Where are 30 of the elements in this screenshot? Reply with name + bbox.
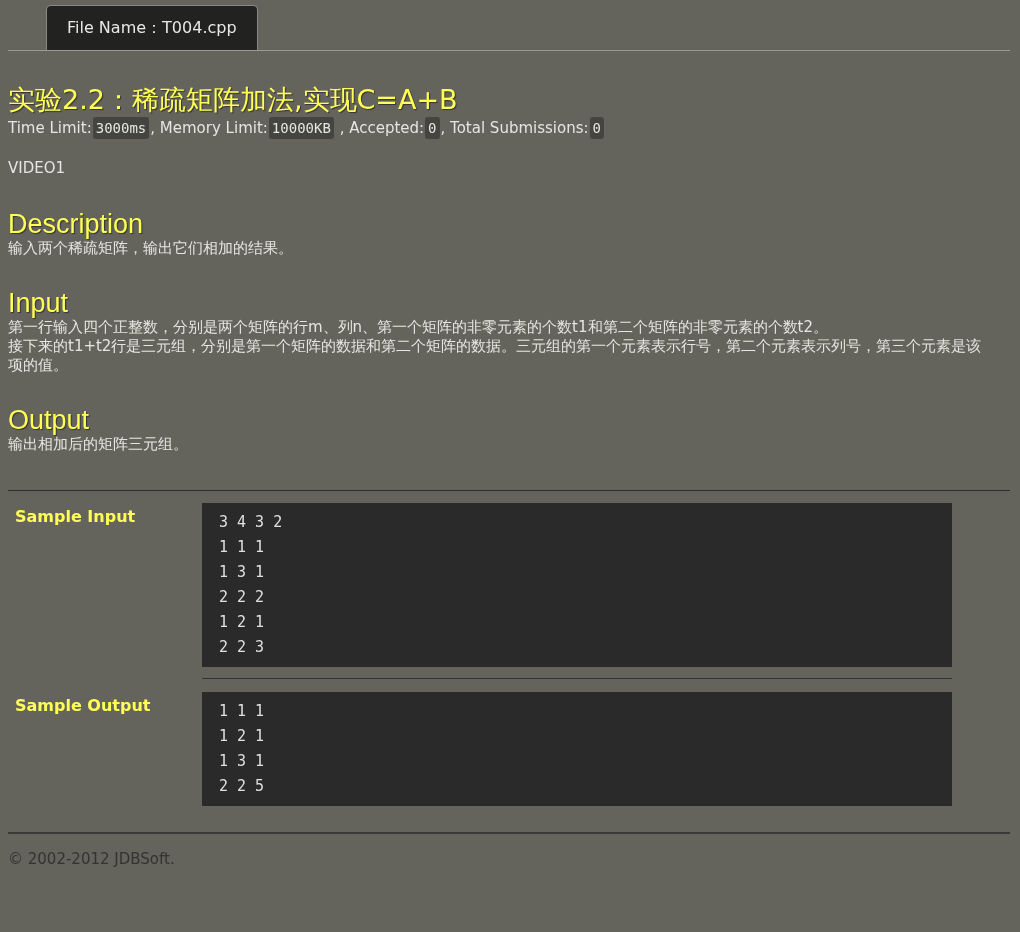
limit-value: 0: [425, 117, 440, 139]
section-heading: Output: [8, 405, 91, 435]
limit-label: , Memory Limit:: [150, 118, 268, 139]
limit-label: , Accepted:: [338, 118, 425, 139]
code-line: 3 4 3 2: [219, 512, 284, 533]
limit-label: , Total Submissions:: [440, 118, 589, 139]
sample-label: Sample Input: [14, 506, 137, 528]
code-line: 2 2 3: [219, 637, 266, 658]
section-text: 第一行输入四个正整数，分别是两个矩阵的行m、列n、第一个矩阵的非零元素的个数t1和第二个矩阵的非零元素的个数t2。: [8, 318, 829, 337]
sample-label: Sample Output: [14, 695, 152, 717]
code-line: 1 3 1: [219, 751, 266, 772]
code-line: 1 3 1: [219, 562, 266, 583]
code-line: 2 2 2: [219, 587, 266, 608]
code-line: 1 2 1: [219, 726, 266, 747]
code-line: 1 2 1: [219, 612, 266, 633]
section-text: 接下来的t1+t2行是三元组，分别是第一个矩阵的数据和第二个矩阵的数据。三元组的第一个元素表示行号，第二个元素表示列号，第三个元素是该项的值。: [8, 337, 983, 375]
limit-value: 3000ms: [92, 117, 150, 139]
limit-value: 10000KB: [268, 117, 334, 139]
video-note: VIDEO1: [8, 158, 67, 179]
problem-title: 实验2.2：稀疏矩阵加法,实现C=A+B: [8, 83, 459, 117]
code-line: 1 1 1: [219, 701, 266, 722]
limit-label: Time Limit:: [8, 118, 92, 139]
section-heading: Input: [8, 288, 70, 318]
section-heading: Description: [8, 209, 145, 239]
file-tab[interactable]: File Name：T004.cpp: [46, 5, 258, 50]
code-line: 2 2 5: [219, 776, 266, 797]
section-text: 输入两个稀疏矩阵，输出它们相加的结果。: [8, 239, 294, 258]
code-line: 1 1 1: [219, 537, 266, 558]
limit-value: 0: [589, 117, 604, 139]
section-text: 输出相加后的矩阵三元组。: [8, 435, 189, 454]
